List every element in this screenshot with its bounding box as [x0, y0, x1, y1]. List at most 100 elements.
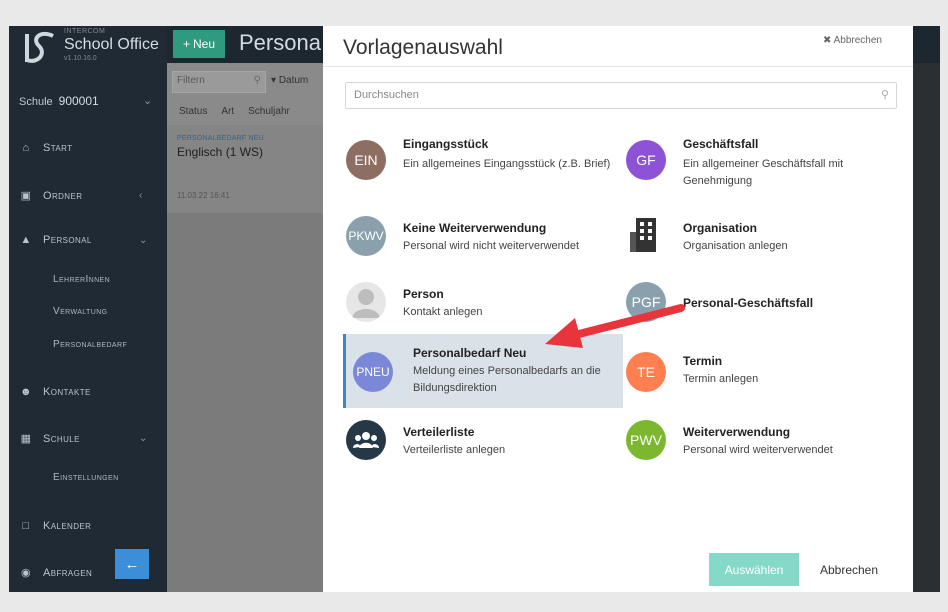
calendar-icon: □	[22, 520, 30, 532]
folder-icon: ▣	[20, 190, 32, 202]
app-name: School Office	[64, 36, 159, 53]
filter-bar: Filtern ⚲ ▾ Datum Status Art Schuljahr	[167, 63, 323, 125]
option-title: Geschäftsfall	[683, 137, 759, 151]
sidebar: INTERCOM School Office v1.10.16.0 Schule…	[9, 26, 167, 592]
building-icon	[630, 218, 656, 252]
home-icon: ⌂	[22, 142, 30, 154]
option-person[interactable]: Person Kontakt anlegen	[343, 270, 623, 344]
option-description: Kontakt anlegen	[403, 306, 483, 318]
column-art[interactable]: Art	[221, 106, 234, 117]
sidebar-item-start[interactable]: ⌂ Start	[9, 142, 167, 154]
sidebar-item-label: Start	[43, 142, 73, 154]
caret-down-icon: ▾	[271, 75, 277, 86]
sidebar-item-label: Kontakte	[43, 386, 91, 398]
option-description: Organisation anlegen	[683, 240, 788, 252]
cancel-button[interactable]: Abbrechen	[809, 553, 889, 586]
sidebar-item-label: Kalender	[43, 520, 92, 532]
option-description: Personal wird weiterverwendet	[683, 444, 833, 456]
building-icon: ▦	[20, 433, 32, 445]
item-date: 11.03.22 16:41	[177, 191, 230, 200]
option-title: Keine Weiterverwendung	[403, 221, 547, 235]
avatar-pwv: PWV	[626, 420, 666, 460]
option-weiterverwendung[interactable]: PWV Weiterverwendung Personal wird weite…	[623, 410, 903, 484]
search-icon: ⚲	[253, 75, 261, 86]
graduation-cap-icon: ▲	[20, 234, 32, 246]
sidebar-subitem-lehrerinnen[interactable]: LehrerInnen	[53, 274, 110, 285]
chevron-down-icon: ⌄	[143, 95, 153, 107]
new-button[interactable]: + Neu	[173, 30, 225, 58]
sidebar-subitem-personalbedarf[interactable]: Personalbedarf	[53, 339, 127, 350]
avatar-gf: GF	[626, 140, 666, 180]
option-title: Weiterverwendung	[683, 425, 791, 439]
arrow-left-icon: ←	[124, 555, 140, 573]
page-title: Persona	[239, 30, 321, 55]
option-personal-geschaeftsfall[interactable]: PGF Personal-Geschäftsfall	[623, 270, 903, 344]
avatar-pgf: PGF	[626, 282, 666, 322]
list-item[interactable]: PERSONALBEDARF NEU Englisch (1 WS) 11.03…	[167, 125, 323, 213]
option-title: Verteilerliste	[403, 425, 475, 439]
sidebar-subitem-einstellungen[interactable]: Einstellungen	[53, 472, 119, 483]
sort-label: Datum	[278, 75, 309, 86]
app-logo[interactable]: INTERCOM School Office v1.10.16.0	[17, 28, 162, 68]
template-selection-dialog: Vorlagenauswahl ✖ Abbrechen Durchsuchen …	[323, 26, 913, 592]
dialog-close-button[interactable]: ✖ Abbrechen	[823, 35, 882, 46]
option-description: Ein allgemeiner Geschäftsfall mit Genehm…	[683, 158, 844, 187]
filter-input[interactable]: Filtern ⚲	[172, 71, 266, 93]
option-description: Personal wird nicht weiterverwendet	[403, 240, 580, 252]
sidebar-item-kalender[interactable]: □ Kalender	[9, 520, 167, 532]
filter-placeholder: Filtern	[177, 75, 205, 86]
avatar-ein: EIN	[346, 140, 386, 180]
option-termin[interactable]: TE Termin Termin anlegen	[623, 334, 903, 408]
app-window: INTERCOM School Office v1.10.16.0 Schule…	[9, 26, 940, 592]
option-title: Organisation	[683, 221, 758, 235]
column-schuljahr[interactable]: Schuljahr	[248, 106, 290, 117]
select-button[interactable]: Auswählen	[709, 553, 799, 586]
new-button-label: Neu	[193, 37, 216, 51]
option-title: Termin	[683, 354, 723, 368]
divider	[323, 66, 913, 67]
sidebar-item-label: Schule	[43, 432, 80, 445]
content-background	[913, 63, 940, 592]
school-selector[interactable]: Schule 900001 ⌄	[19, 94, 152, 108]
sidebar-item-schule[interactable]: ▦ Schule ⌄	[9, 432, 167, 446]
sort-dropdown[interactable]: ▾ Datum	[271, 75, 308, 86]
avatar-pneu: PNEU	[353, 352, 393, 392]
person-icon	[346, 282, 386, 322]
option-description: Ein allgemeines Eingangsstück (z.B. Brie…	[403, 158, 611, 170]
sidebar-item-label: Personal	[43, 234, 92, 246]
option-geschaeftsfall[interactable]: GF Geschäftsfall Ein allgemeiner Geschäf…	[623, 126, 903, 200]
sidebar-item-kontakte[interactable]: ☻ Kontakte	[9, 386, 167, 398]
option-keine-weiterverwendung[interactable]: PKWV Keine Weiterverwendung Personal wir…	[343, 204, 623, 278]
option-organisation[interactable]: Organisation Organisation anlegen	[623, 204, 903, 278]
option-eingangsstueck[interactable]: EIN Eingangsstück Ein allgemeines Eingan…	[343, 126, 623, 200]
sidebar-subitem-verwaltung[interactable]: Verwaltung	[53, 306, 108, 317]
brand-label: INTERCOM	[64, 28, 106, 35]
chevron-down-icon: ⌄	[139, 433, 148, 444]
dialog-title: Vorlagenauswahl	[343, 36, 503, 59]
option-title: Person	[403, 287, 444, 301]
sidebar-item-label: Abfragen	[43, 566, 93, 579]
option-personalbedarf-neu[interactable]: PNEU Personalbedarf Neu Meldung eines Pe…	[343, 334, 623, 408]
option-title: Eingangsstück	[403, 137, 489, 151]
users-icon: ☻	[20, 386, 32, 398]
column-status[interactable]: Status	[179, 106, 207, 117]
option-description: Termin anlegen	[683, 373, 759, 385]
option-verteilerliste[interactable]: Verteilerliste Verteilerliste anlegen	[343, 410, 623, 484]
close-icon: ✖	[823, 35, 832, 46]
option-description: Verteilerliste anlegen	[403, 444, 506, 456]
chevron-left-icon: ‹	[139, 190, 143, 201]
avatar-te: TE	[626, 352, 666, 392]
school-label: Schule	[19, 96, 53, 108]
close-label: Abbrechen	[833, 35, 882, 46]
item-type-tag: PERSONALBEDARF NEU	[177, 135, 264, 142]
sidebar-item-ordner[interactable]: ▣ Ordner ‹	[9, 189, 167, 203]
binoculars-icon: ◉	[21, 567, 31, 579]
template-search-input[interactable]: Durchsuchen ⚲	[345, 82, 897, 109]
app-version: v1.10.16.0	[64, 55, 97, 62]
item-title: Englisch (1 WS)	[177, 145, 264, 159]
column-headers: Status Art Schuljahr	[179, 106, 290, 117]
collapse-sidebar-button[interactable]: ←	[115, 549, 149, 579]
sidebar-item-personal[interactable]: ▲ Personal ⌄	[9, 234, 167, 246]
list-column: Filtern ⚲ ▾ Datum Status Art Schuljahr P…	[167, 63, 323, 592]
option-description: Meldung eines Personalbedarfs an die Bil…	[413, 365, 601, 394]
